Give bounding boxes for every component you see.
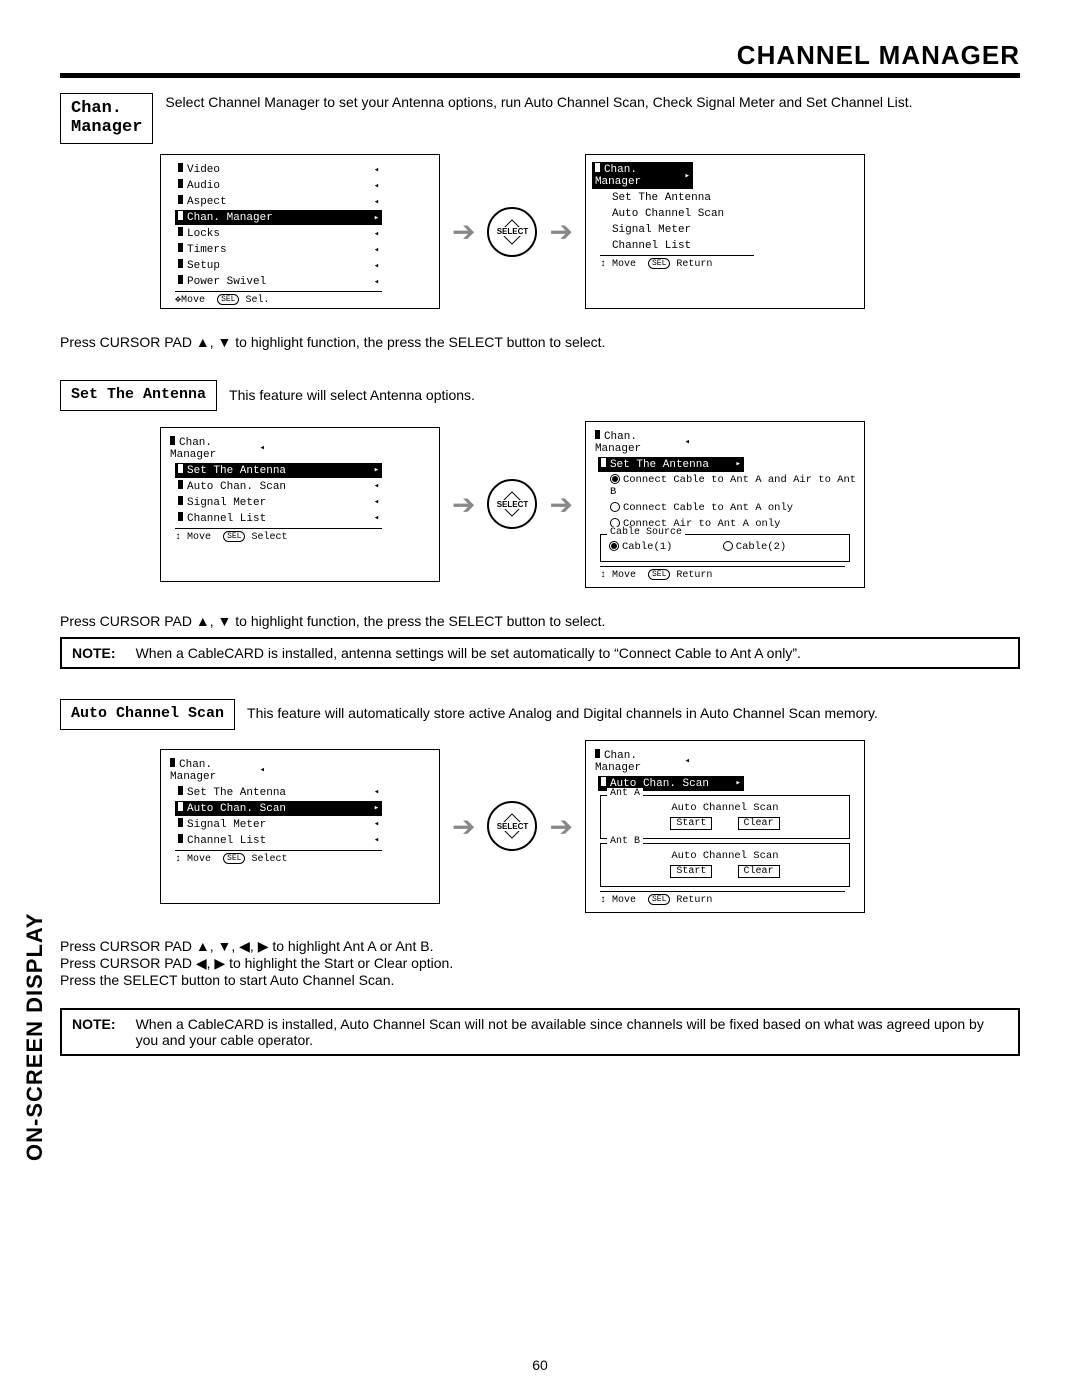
- chan-manager-desc: Select Channel Manager to set your Anten…: [165, 93, 912, 113]
- osd-cm3-item-auto-scan: Auto Chan. Scan▸: [175, 801, 382, 816]
- osd-cm3-item: Signal Meter◂: [175, 817, 382, 832]
- osd-cm-header: Chan. Manager▸: [592, 162, 693, 189]
- osd-cm2-footer: ↕ Move SEL Select: [175, 528, 382, 543]
- flow-arrow-icon: ➔: [549, 488, 572, 521]
- osd-cm2-item: Channel List◂: [175, 511, 382, 526]
- ant-a-legend: Ant A: [607, 788, 643, 799]
- cable-source-legend: Cable Source: [607, 527, 685, 538]
- osd-sa-header1: Chan. Manager◂: [592, 429, 693, 456]
- set-antenna-desc: This feature will select Antenna options…: [229, 386, 475, 406]
- osd-as-footer: ↕ Move SEL Return: [600, 891, 845, 906]
- osd-set-antenna-panel: Chan. Manager◂ Set The Antenna▸ Connect …: [585, 421, 865, 588]
- osd-cm2-item-set-antenna: Set The Antenna▸: [175, 463, 382, 478]
- osd-main-item-setup: Setup◂: [175, 258, 382, 273]
- flow-arrow-icon: ➔: [452, 488, 475, 521]
- osd-chan-manager-submenu: Chan. Manager▸ Set The Antenna Auto Chan…: [585, 154, 865, 309]
- osd-main-menu: Video◂ Audio◂ Aspect◂ Chan. Manager▸ Loc…: [160, 154, 440, 309]
- set-antenna-box: Set The Antenna: [60, 380, 217, 411]
- note-box-2: NOTE: When a CableCARD is installed, Aut…: [60, 1008, 1020, 1056]
- radio-icon: [609, 541, 619, 551]
- sidebar-tab-label: ON-SCREEN DISPLAY: [22, 913, 48, 1161]
- page-number: 60: [0, 1357, 1080, 1373]
- osd-main-item-locks: Locks◂: [175, 226, 382, 241]
- osd-sa-header2: Set The Antenna▸: [598, 457, 744, 472]
- clear-button: Clear: [738, 865, 780, 878]
- radio-icon: [610, 502, 620, 512]
- osd-auto-scan-panel: Chan. Manager◂ Auto Chan. Scan▸ Ant A Au…: [585, 740, 865, 913]
- instr-cursor-select-2: Press CURSOR PAD ▲, ▼ to highlight funct…: [60, 613, 1020, 629]
- auto-scan-label: Auto Channel Scan: [671, 802, 778, 814]
- note-label: NOTE:: [72, 645, 116, 661]
- cable-source-option: Cable(1): [622, 541, 672, 553]
- cable-source-fieldset: Cable Source Cable(1) Cable(2): [600, 534, 850, 562]
- start-button: Start: [670, 865, 712, 878]
- osd-cm3-footer: ↕ Move SEL Select: [175, 850, 382, 865]
- osd-cm2-item: Auto Chan. Scan◂: [175, 479, 382, 494]
- flow-arrow-icon: ➔: [549, 215, 572, 248]
- osd-cm2-panel: Chan. Manager◂ Set The Antenna▸ Auto Cha…: [160, 427, 440, 582]
- auto-instr-line3: Press the SELECT button to start Auto Ch…: [60, 972, 1020, 988]
- instr-cursor-select-1: Press CURSOR PAD ▲, ▼ to highlight funct…: [60, 334, 1020, 350]
- osd-cm-footer: ↕ Move SEL Return: [600, 255, 754, 270]
- note-text: When a CableCARD is installed, Auto Chan…: [136, 1016, 1008, 1048]
- ant-b-fieldset: Ant B Auto Channel Scan Start Clear: [600, 843, 850, 887]
- auto-scan-box: Auto Channel Scan: [60, 699, 235, 730]
- osd-cm-item: Set The Antenna: [600, 190, 754, 205]
- osd-cm2-header: Chan. Manager◂: [167, 435, 268, 462]
- osd-cm-item: Channel List: [600, 238, 754, 253]
- radio-icon: [610, 474, 620, 484]
- osd-main-item-aspect: Aspect◂: [175, 194, 382, 209]
- flow-arrow-icon: ➔: [452, 215, 475, 248]
- start-button: Start: [670, 817, 712, 830]
- antenna-option: Connect Cable to Ant A and Air to Ant B: [610, 474, 856, 498]
- flow-arrow-icon: ➔: [549, 810, 572, 843]
- osd-cm2-item: Signal Meter◂: [175, 495, 382, 510]
- cable-source-option: Cable(2): [736, 541, 786, 553]
- select-button-icon: SELECT: [487, 801, 537, 851]
- clear-button: Clear: [738, 817, 780, 830]
- osd-cm3-panel: Chan. Manager◂ Set The Antenna◂ Auto Cha…: [160, 749, 440, 904]
- chan-manager-box: Chan. Manager: [60, 93, 153, 144]
- note-box-1: NOTE: When a CableCARD is installed, ant…: [60, 637, 1020, 669]
- osd-cm-item: Signal Meter: [600, 222, 754, 237]
- osd-main-footer: ✥Move SEL Sel.: [175, 291, 382, 306]
- auto-instr-line1: Press CURSOR PAD ▲, ▼, ◀, ▶ to highlight…: [60, 938, 1020, 955]
- osd-as-header1: Chan. Manager◂: [592, 748, 693, 775]
- flow-arrow-icon: ➔: [452, 810, 475, 843]
- osd-main-item-chan-manager: Chan. Manager▸: [175, 210, 382, 225]
- osd-cm-item: Auto Channel Scan: [600, 206, 754, 221]
- page-title: CHANNEL MANAGER: [60, 40, 1020, 78]
- radio-icon: [723, 541, 733, 551]
- ant-b-legend: Ant B: [607, 836, 643, 847]
- select-button-icon: SELECT: [487, 207, 537, 257]
- osd-cm3-item: Set The Antenna◂: [175, 785, 382, 800]
- osd-cm3-item: Channel List◂: [175, 833, 382, 848]
- antenna-option: Connect Cable to Ant A only: [623, 502, 793, 514]
- select-button-icon: SELECT: [487, 479, 537, 529]
- ant-a-fieldset: Ant A Auto Channel Scan Start Clear: [600, 795, 850, 839]
- osd-sa-footer: ↕ Move SEL Return: [600, 566, 845, 581]
- auto-instr-line2: Press CURSOR PAD ◀, ▶ to highlight the S…: [60, 955, 1020, 972]
- auto-scan-label: Auto Channel Scan: [671, 850, 778, 862]
- osd-main-item-video: Video◂: [175, 162, 382, 177]
- osd-main-item-timers: Timers◂: [175, 242, 382, 257]
- osd-main-item-power-swivel: Power Swivel◂: [175, 274, 382, 289]
- auto-scan-desc: This feature will automatically store ac…: [247, 704, 878, 724]
- osd-main-item-audio: Audio◂: [175, 178, 382, 193]
- note-label: NOTE:: [72, 1016, 116, 1048]
- osd-cm3-header: Chan. Manager◂: [167, 757, 268, 784]
- note-text: When a CableCARD is installed, antenna s…: [136, 645, 801, 661]
